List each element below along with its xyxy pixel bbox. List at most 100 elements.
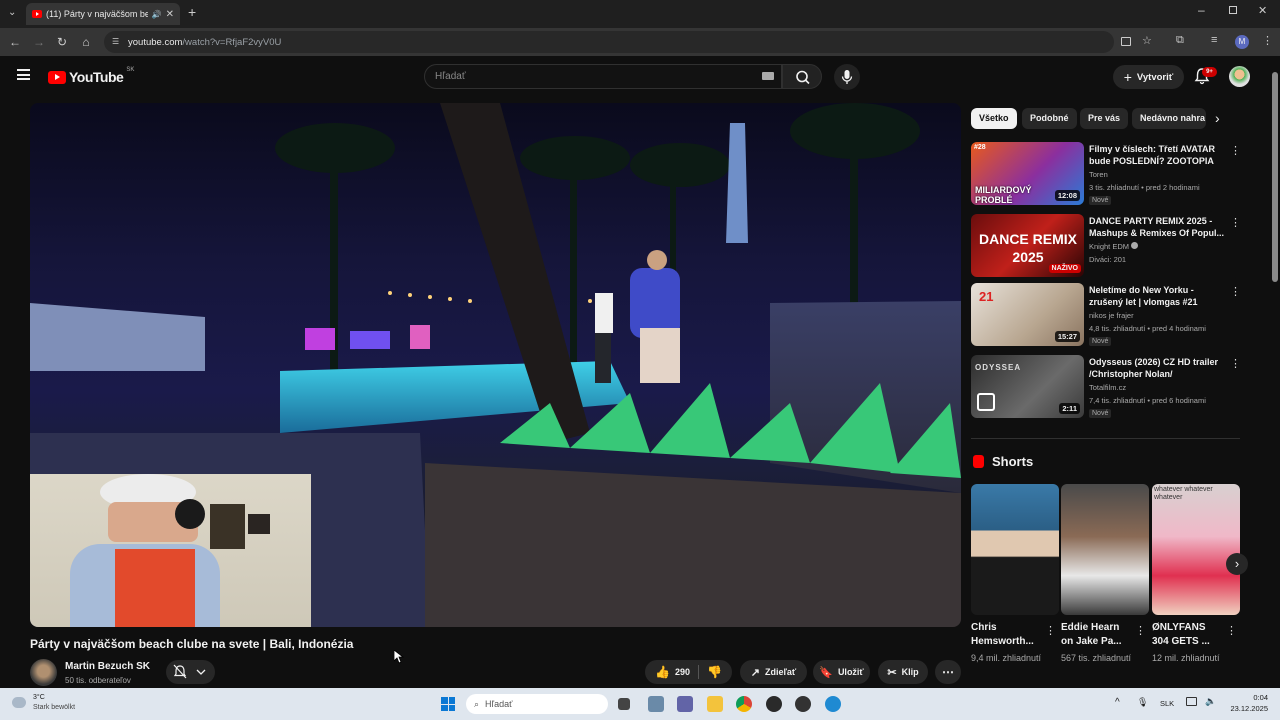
more-vertical-icon[interactable]: ⋮ bbox=[1135, 624, 1146, 637]
recommendation-item[interactable]: ODYSSEA 2:11 Odysseus (2026) CZ HD trail… bbox=[971, 355, 1241, 421]
url-bar[interactable]: ☰ youtube.com/watch?v=RfjaF2vyV0U bbox=[104, 31, 1114, 53]
short-thumbnail[interactable] bbox=[1061, 484, 1149, 615]
more-vertical-icon[interactable]: ⋮ bbox=[1226, 624, 1237, 637]
recommendation-item[interactable]: DANCE REMIX 2025 NAŽIVO DANCE PARTY REMI… bbox=[971, 214, 1241, 280]
recommendation-item[interactable]: #28 MILIARDOVÝ PROBLÉ 12:08 Filmy v čísl… bbox=[971, 142, 1241, 208]
short-item[interactable]: Eddie Hearn on Jake Pa... 567 tis. zhlia… bbox=[1061, 484, 1149, 680]
scrollbar-thumb[interactable] bbox=[1272, 72, 1278, 282]
short-title[interactable]: Chris Hemsworth... bbox=[971, 621, 1041, 649]
youtube-logo[interactable]: YouTube SK bbox=[48, 67, 134, 85]
home-icon[interactable]: ⌂ bbox=[78, 34, 94, 50]
new-badge: Nové bbox=[1089, 196, 1112, 205]
recommendation-title[interactable]: DANCE PARTY REMIX 2025 - Mashups & Remix… bbox=[1089, 215, 1225, 239]
tab-list-chevron-icon[interactable]: ⌄ bbox=[8, 7, 20, 19]
recommendation-title[interactable]: Odysseus (2026) CZ HD trailer /Christoph… bbox=[1089, 356, 1225, 380]
file-explorer-icon[interactable] bbox=[707, 696, 723, 712]
forward-icon[interactable]: → bbox=[31, 34, 47, 50]
chip-recently-uploaded[interactable]: Nedávno nahra bbox=[1132, 108, 1206, 129]
video-duration: 15:27 bbox=[1054, 331, 1080, 342]
app-icon[interactable] bbox=[795, 696, 811, 712]
video-thumbnail[interactable]: #28 MILIARDOVÝ PROBLÉ 12:08 bbox=[971, 142, 1084, 205]
video-player[interactable] bbox=[30, 103, 961, 627]
volume-icon[interactable]: 🔈 bbox=[1205, 696, 1216, 707]
short-title[interactable]: Eddie Hearn on Jake Pa... bbox=[1061, 621, 1131, 649]
app-icon[interactable] bbox=[766, 696, 782, 712]
chip-all[interactable]: Všetko bbox=[971, 108, 1017, 129]
tray-chevron-icon[interactable]: ^ bbox=[1115, 697, 1120, 708]
chrome-icon[interactable] bbox=[736, 696, 752, 712]
create-button[interactable]: + Vytvoriť bbox=[1113, 65, 1184, 89]
short-item[interactable]: Chris Hemsworth... 9,4 mil. zhliadnutí ⋮ bbox=[971, 484, 1059, 680]
voice-search-button[interactable] bbox=[834, 64, 860, 90]
more-vertical-icon[interactable]: ⋮ bbox=[1230, 144, 1241, 157]
teams-icon[interactable] bbox=[677, 696, 693, 712]
weather-icon[interactable] bbox=[12, 697, 26, 708]
recommendation-channel[interactable]: Knight EDM bbox=[1089, 242, 1139, 251]
taskbar-search[interactable]: ⌕ Hľadať bbox=[466, 694, 608, 714]
recommendation-item[interactable]: 21 15:27 Neletíme do New Yorku - zrušený… bbox=[971, 283, 1241, 349]
short-item[interactable]: whatever whatever whatever ØNLYFANS 304 … bbox=[1152, 484, 1240, 680]
menu-icon[interactable] bbox=[17, 69, 30, 80]
video-thumbnail[interactable]: 21 15:27 bbox=[971, 283, 1084, 346]
bookmark-star-icon[interactable]: ☆ bbox=[1142, 34, 1152, 47]
browser-tab[interactable]: (11) Párty v najväčšom beac 🔊 ✕ bbox=[26, 3, 180, 25]
task-view-icon[interactable] bbox=[618, 698, 630, 710]
short-thumbnail[interactable]: whatever whatever whatever bbox=[1152, 484, 1240, 615]
restore-icon[interactable] bbox=[1229, 6, 1237, 14]
subscription-bell-button[interactable] bbox=[166, 660, 215, 684]
more-vertical-icon[interactable]: ⋮ bbox=[1230, 285, 1241, 298]
clock-time[interactable]: 0:04 bbox=[1224, 693, 1268, 702]
network-icon[interactable] bbox=[1186, 697, 1197, 706]
recommendation-title[interactable]: Filmy v číslech: Třetí AVATAR bude POSLE… bbox=[1089, 143, 1225, 167]
more-actions-button[interactable]: ⋯ bbox=[935, 660, 961, 684]
recommendation-title[interactable]: Neletíme do New Yorku - zrušený let | vl… bbox=[1089, 284, 1225, 308]
search-button[interactable] bbox=[782, 64, 822, 89]
new-tab-icon[interactable]: + bbox=[188, 4, 196, 20]
short-thumbnail[interactable] bbox=[971, 484, 1059, 615]
channel-avatar[interactable] bbox=[30, 659, 57, 686]
dislike-button[interactable]: 👎 bbox=[707, 665, 722, 679]
mouse-cursor-icon bbox=[394, 650, 404, 664]
chip-similar[interactable]: Podobné bbox=[1022, 108, 1077, 129]
close-window-icon[interactable]: ✕ bbox=[1258, 4, 1267, 17]
app-icon[interactable] bbox=[825, 696, 841, 712]
search-input[interactable]: Hľadať bbox=[424, 64, 782, 89]
widgets-icon[interactable] bbox=[648, 696, 664, 712]
minimize-icon[interactable]: – bbox=[1198, 3, 1205, 17]
recommendation-channel[interactable]: Totalfilm.cz bbox=[1089, 383, 1126, 392]
recommendation-channel[interactable]: nikos je frajer bbox=[1089, 311, 1134, 320]
install-icon[interactable] bbox=[1121, 37, 1131, 46]
browser-menu-icon[interactable]: ⋮ bbox=[1262, 34, 1273, 47]
mic-tray-icon[interactable]: 🎙 bbox=[1137, 697, 1148, 708]
clock-date[interactable]: 23.12.2025 bbox=[1224, 704, 1268, 713]
clip-button[interactable]: ✂ Klip bbox=[878, 660, 928, 684]
site-info-icon[interactable]: ☰ bbox=[112, 37, 119, 46]
more-vertical-icon[interactable]: ⋮ bbox=[1230, 216, 1241, 229]
shorts-next-button[interactable]: › bbox=[1226, 553, 1248, 575]
reload-icon[interactable]: ↻ bbox=[54, 34, 70, 50]
video-thumbnail[interactable]: ODYSSEA 2:11 bbox=[971, 355, 1084, 418]
start-button[interactable] bbox=[441, 697, 455, 711]
like-button[interactable]: 👍 290 bbox=[655, 665, 690, 679]
speaker-icon[interactable]: 🔊 bbox=[152, 10, 162, 19]
short-title[interactable]: ØNLYFANS 304 GETS ... bbox=[1152, 621, 1222, 649]
language-indicator[interactable]: SLK bbox=[1160, 699, 1174, 708]
chips-next-arrow-icon[interactable]: › bbox=[1215, 110, 1220, 126]
media-controls-icon[interactable]: ≡ bbox=[1211, 34, 1217, 46]
recommendation-channel[interactable]: Toren bbox=[1089, 170, 1108, 179]
more-vertical-icon[interactable]: ⋮ bbox=[1230, 357, 1241, 370]
share-button[interactable]: ↗ Zdieľať bbox=[740, 660, 807, 684]
keyboard-icon[interactable] bbox=[762, 72, 774, 80]
profile-avatar[interactable]: M bbox=[1235, 35, 1249, 49]
back-icon[interactable]: ← bbox=[7, 34, 23, 50]
extensions-icon[interactable]: ⧉ bbox=[1176, 34, 1184, 47]
channel-name[interactable]: Martin Bezuch SK bbox=[65, 661, 150, 672]
weather-temp: 3°C bbox=[33, 694, 45, 701]
tab-close-icon[interactable]: ✕ bbox=[166, 9, 174, 20]
account-avatar[interactable] bbox=[1229, 66, 1250, 87]
save-button[interactable]: 🔖 Uložiť bbox=[813, 660, 870, 684]
video-thumbnail[interactable]: DANCE REMIX 2025 NAŽIVO bbox=[971, 214, 1084, 277]
chip-for-you[interactable]: Pre vás bbox=[1080, 108, 1129, 129]
more-vertical-icon[interactable]: ⋮ bbox=[1045, 624, 1056, 637]
notification-badge: 9+ bbox=[1202, 67, 1217, 77]
